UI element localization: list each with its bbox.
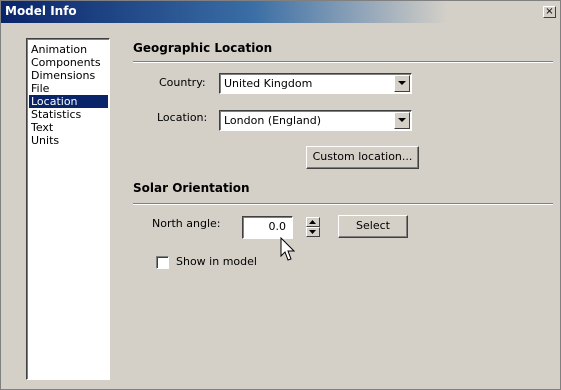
show-in-model-label[interactable]: Show in model <box>176 255 257 268</box>
location-dropdown[interactable]: London (England) <box>219 110 412 131</box>
country-dropdown-button[interactable] <box>394 75 410 92</box>
title-bar[interactable]: Model Info × <box>1 1 560 23</box>
spin-down-icon <box>309 230 316 234</box>
list-item-location[interactable]: Location <box>29 95 108 108</box>
section-divider <box>133 61 553 63</box>
custom-location-button[interactable]: Custom location... <box>306 146 419 169</box>
dropdown-arrow-icon <box>398 81 406 85</box>
location-dropdown-button[interactable] <box>394 112 410 129</box>
country-label: Country: <box>159 76 206 89</box>
mouse-cursor-icon <box>280 237 296 261</box>
spin-up-button[interactable] <box>306 217 320 227</box>
spin-down-button[interactable] <box>306 227 320 237</box>
list-item-file[interactable]: File <box>29 82 108 95</box>
north-angle-input[interactable]: 0.0 <box>242 216 293 239</box>
list-item-components[interactable]: Components <box>29 56 108 69</box>
list-item-statistics[interactable]: Statistics <box>29 108 108 121</box>
close-icon: × <box>545 6 554 17</box>
north-angle-spinner[interactable] <box>306 217 320 237</box>
section-divider <box>133 203 553 205</box>
category-list[interactable]: Animation Components Dimensions File Loc… <box>26 38 110 380</box>
country-value: United Kingdom <box>224 77 313 90</box>
spin-up-icon <box>309 220 316 224</box>
list-item-animation[interactable]: Animation <box>29 43 108 56</box>
north-angle-label: North angle: <box>152 217 221 230</box>
select-button[interactable]: Select <box>338 215 408 238</box>
location-value: London (England) <box>224 114 322 127</box>
list-item-units[interactable]: Units <box>29 134 108 147</box>
show-in-model-checkbox[interactable] <box>156 256 169 269</box>
list-item-dimensions[interactable]: Dimensions <box>29 69 108 82</box>
geographic-location-heading: Geographic Location <box>133 41 273 55</box>
close-button[interactable]: × <box>543 6 556 18</box>
dropdown-arrow-icon <box>398 118 406 122</box>
solar-orientation-heading: Solar Orientation <box>133 181 250 195</box>
window-title: Model Info <box>5 4 77 18</box>
location-label: Location: <box>157 111 208 124</box>
list-item-text[interactable]: Text <box>29 121 108 134</box>
country-dropdown[interactable]: United Kingdom <box>219 73 412 94</box>
model-info-dialog: Model Info × Animation Components Dimens… <box>0 0 561 390</box>
